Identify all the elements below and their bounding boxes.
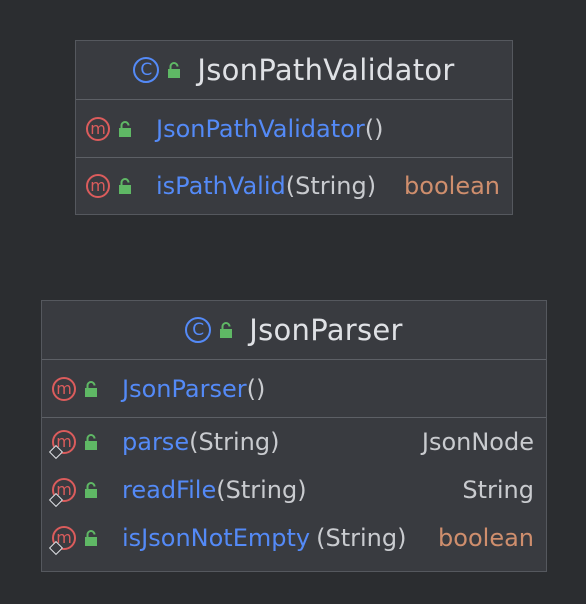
member-params: () xyxy=(246,374,266,403)
lock-icon xyxy=(85,380,97,397)
member-name: isPathValid xyxy=(156,172,286,200)
member-return-type: JsonNode xyxy=(421,428,534,456)
member-row-ispathvalid[interactable]: m isPathValid (String) boolean xyxy=(76,158,512,214)
method-icon: m xyxy=(86,116,110,141)
member-row-isjsonnotempty[interactable]: m isJsonNotEmpty (String) boolean xyxy=(42,514,546,562)
class-box-jsonpathvalidator[interactable]: C JsonPathValidator m JsonPathValidator … xyxy=(75,40,513,215)
lock-icon xyxy=(119,178,131,194)
member-return-type: boolean xyxy=(438,524,534,552)
member-name: parse xyxy=(122,428,190,456)
member-params: () xyxy=(364,114,384,143)
lock-icon xyxy=(85,434,97,450)
member-params: (String) xyxy=(216,476,307,504)
class-icon: C xyxy=(133,57,160,83)
member-return-type: String xyxy=(462,476,534,504)
member-return-type: boolean xyxy=(404,172,500,200)
class-header: C JsonPathValidator xyxy=(76,41,512,100)
method-icon: m xyxy=(48,430,76,460)
method-icon: m xyxy=(86,174,110,198)
class-name: JsonPathValidator xyxy=(197,53,455,87)
method-icon: m xyxy=(48,478,76,508)
member-params: (String) xyxy=(189,428,280,456)
lock-icon xyxy=(168,62,181,78)
lock-icon xyxy=(85,530,97,546)
member-params: (String) xyxy=(285,172,377,200)
member-row-parse[interactable]: m parse (String) JsonNode xyxy=(42,418,546,466)
method-icon: m xyxy=(52,376,76,401)
class-header: C JsonParser xyxy=(42,301,546,360)
lock-icon xyxy=(119,120,131,137)
method-icon: m xyxy=(48,526,76,556)
member-row-readfile[interactable]: m readFile (String) String xyxy=(42,466,546,514)
class-icon: C xyxy=(185,317,212,343)
member-row-constructor[interactable]: m JsonPathValidator () xyxy=(76,100,512,158)
member-name: readFile xyxy=(122,476,217,504)
member-name: JsonPathValidator xyxy=(156,114,365,143)
member-name: isJsonNotEmpty xyxy=(122,524,311,552)
lock-icon xyxy=(85,482,97,498)
member-row-constructor[interactable]: m JsonParser () xyxy=(42,360,546,418)
member-params: (String) xyxy=(316,524,407,552)
class-box-jsonparser[interactable]: C JsonParser m JsonParser () m parse (St… xyxy=(41,300,547,572)
lock-icon xyxy=(220,322,233,338)
class-name: JsonParser xyxy=(249,313,403,347)
member-name: JsonParser xyxy=(122,374,247,403)
